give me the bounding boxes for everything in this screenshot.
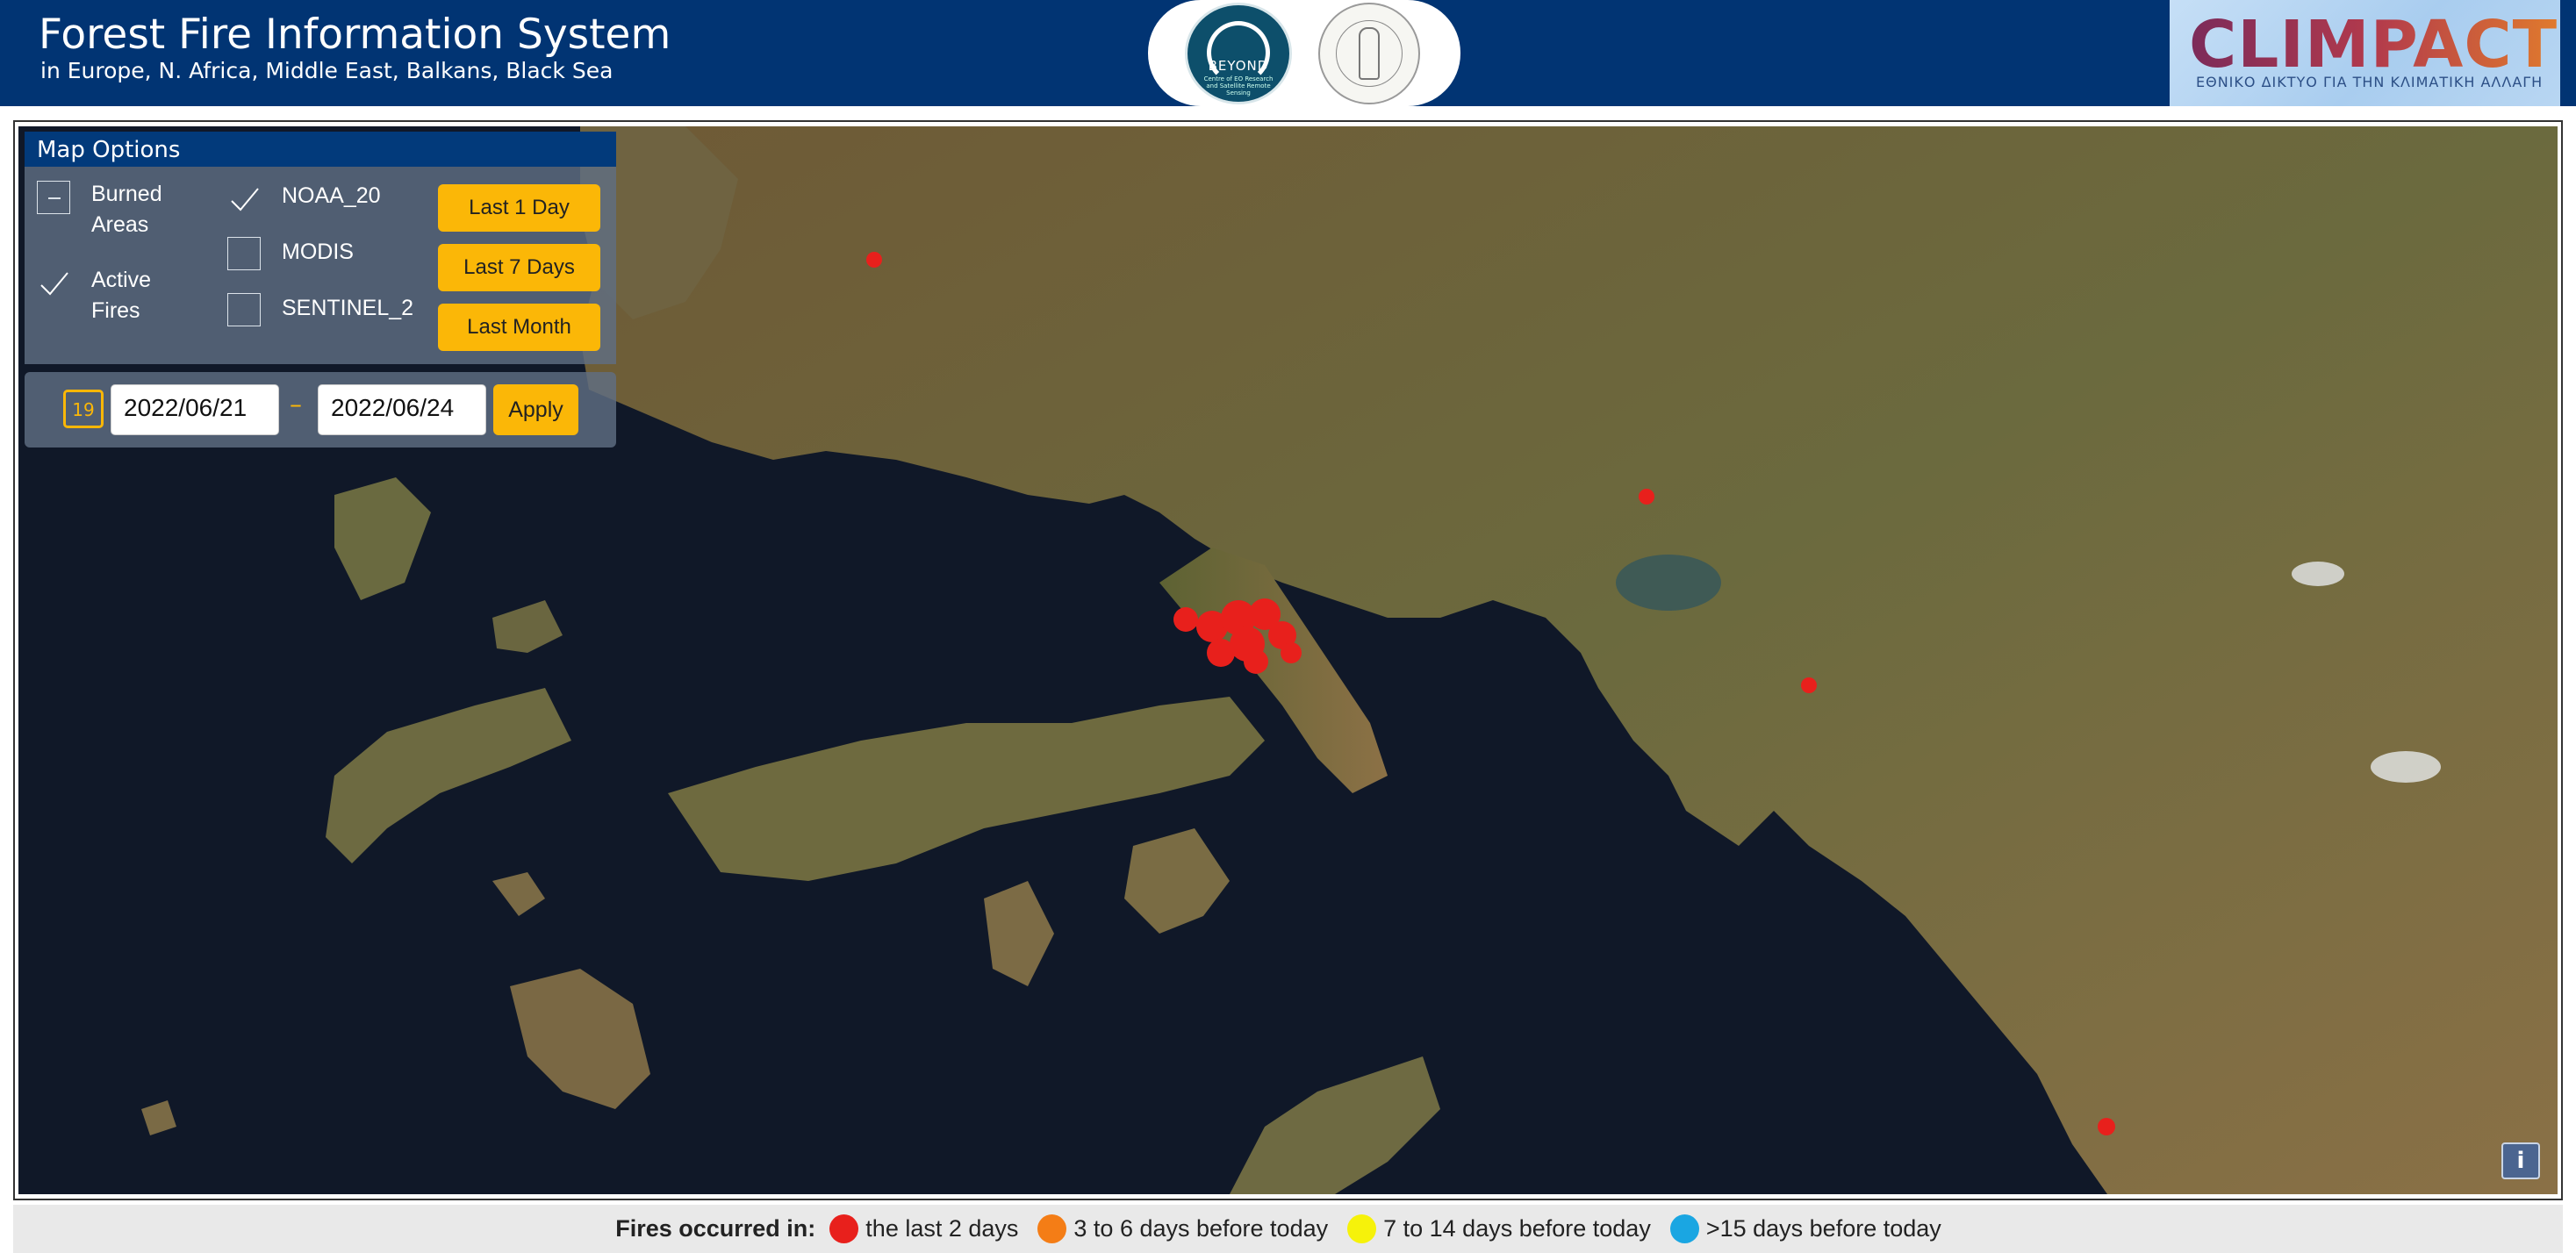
apply-button[interactable]: Apply: [493, 384, 578, 435]
legend-item: the last 2 days: [829, 1214, 1018, 1243]
date-separator: –: [290, 390, 302, 419]
burned-areas-checkbox[interactable]: [37, 181, 70, 214]
fire-point: [1801, 677, 1817, 693]
legend-item-label: >15 days before today: [1705, 1215, 1941, 1242]
climpact-logo-word: CLIMPACT: [2189, 7, 2558, 82]
climpact-logo-tagline: ΕΘΝΙΚΟ ΔΙΚΤΥΟ ΓΙΑ ΤΗΝ ΚΛΙΜΑΤΙΚΗ ΑΛΛΑΓΗ: [2196, 74, 2544, 90]
calendar-icon[interactable]: 19: [63, 390, 104, 428]
beyond-logo-tagline: Centre of EO Research and Satellite Remo…: [1203, 75, 1274, 97]
fire-point: [866, 252, 882, 268]
legend-orange-dot-icon: [1037, 1214, 1067, 1243]
legend-yellow-dot-icon: [1347, 1214, 1377, 1243]
modis-checkbox[interactable]: [227, 237, 261, 270]
start-date-input[interactable]: 2022/06/21: [111, 384, 279, 435]
legend-item: >15 days before today: [1669, 1214, 1941, 1243]
last-month-button[interactable]: Last Month: [438, 304, 600, 351]
fire-point: [2098, 1118, 2115, 1135]
legend-item: 7 to 14 days before today: [1347, 1214, 1651, 1243]
noaa20-label: NOAA_20: [282, 183, 381, 208]
sentinel2-checkbox[interactable]: [227, 293, 261, 326]
noaa20-checkbox[interactable]: [227, 181, 261, 214]
modis-label: MODIS: [282, 240, 354, 264]
seal-figure-icon: [1359, 27, 1380, 80]
beyond-logo[interactable]: BEYOND Centre of EO Research and Satelli…: [1185, 3, 1292, 104]
fire-legend: Fires occurred in: the last 2 days 3 to …: [13, 1205, 2563, 1253]
burned-areas-label: Burned Areas: [91, 182, 162, 237]
legend-title: Fires occurred in:: [615, 1215, 816, 1242]
map-options-panel: Map Options Burned Areas Active Fires NO…: [25, 132, 616, 364]
header-bar: Forest Fire Information System in Europe…: [0, 0, 2576, 106]
info-icon[interactable]: i: [2501, 1142, 2540, 1179]
climpact-logo[interactable]: CLIMPACT ΕΘΝΙΚΟ ΔΙΚΤΥΟ ΓΙΑ ΤΗΝ ΚΛΙΜΑΤΙΚΗ…: [2170, 0, 2560, 106]
sentinel2-label: SENTINEL_2: [282, 296, 414, 320]
legend-red-dot-icon: [829, 1214, 859, 1243]
legend-item-label: 3 to 6 days before today: [1073, 1215, 1329, 1242]
date-range-panel: 19 2022/06/21 – 2022/06/24 Apply: [25, 372, 616, 448]
end-date-input[interactable]: 2022/06/24: [318, 384, 486, 435]
page-title: Forest Fire Information System: [39, 11, 671, 59]
last-1-day-button[interactable]: Last 1 Day: [438, 184, 600, 232]
page-subtitle: in Europe, N. Africa, Middle East, Balka…: [40, 58, 614, 83]
legend-item-label: 7 to 14 days before today: [1383, 1215, 1651, 1242]
fire-point: [1639, 489, 1654, 505]
observatory-seal-logo[interactable]: [1318, 3, 1420, 104]
active-fires-label: Active Fires: [91, 268, 152, 323]
legend-item: 3 to 6 days before today: [1037, 1214, 1328, 1243]
active-fires-checkbox[interactable]: [37, 265, 70, 298]
last-7-days-button[interactable]: Last 7 Days: [438, 244, 600, 291]
legend-item-label: the last 2 days: [865, 1215, 1019, 1242]
beyond-logo-text: BEYOND: [1208, 58, 1269, 74]
map-options-title: Map Options: [25, 132, 616, 167]
legend-blue-dot-icon: [1669, 1214, 1699, 1243]
